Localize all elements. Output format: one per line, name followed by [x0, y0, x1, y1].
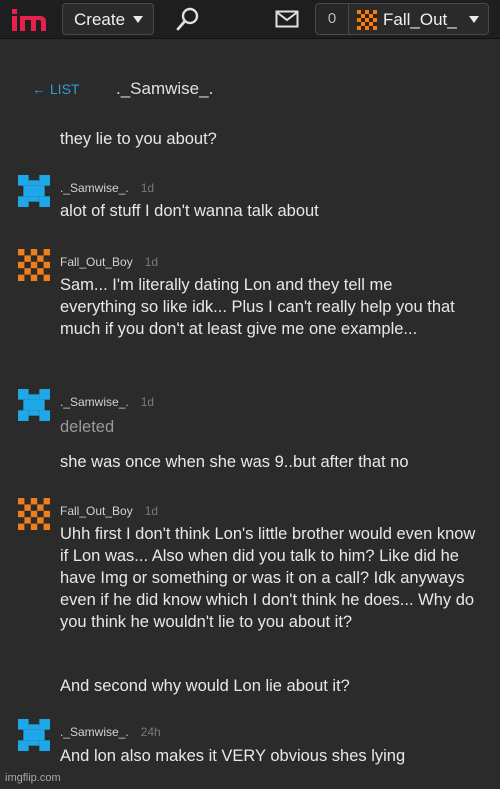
message-author-line: Fall_Out_Boy 1d	[60, 504, 158, 518]
back-to-list-link[interactable]: ← LIST	[32, 81, 79, 97]
message-text: And second why would Lon lie about it?	[60, 677, 350, 695]
user-avatar	[357, 10, 377, 30]
message-time: 1d	[144, 255, 159, 269]
message-author-line: ._Samwise_. 24h	[60, 725, 161, 739]
blue-pixel-avatar[interactable]	[18, 389, 50, 421]
message-text: alot of stuff I don't wanna talk about	[60, 202, 319, 220]
search-icon[interactable]	[176, 7, 200, 31]
message-text: they lie to you about?	[60, 130, 217, 148]
username-label: Fall_Out_	[383, 10, 457, 29]
create-button[interactable]: Create	[62, 3, 154, 35]
message-time: 1d	[140, 395, 155, 409]
message-author[interactable]: ._Samwise_.	[60, 725, 129, 739]
message-text: Uhh first I don't think Lon's little bro…	[60, 525, 476, 631]
chevron-down-icon	[469, 16, 479, 23]
orange-checker-avatar[interactable]	[18, 249, 50, 281]
message-text: Sam... I'm literally dating Lon and they…	[60, 276, 455, 338]
chevron-down-icon	[133, 16, 143, 23]
message-author[interactable]: ._Samwise_.	[60, 395, 129, 409]
user-menu-button[interactable]: Fall_Out_	[349, 3, 489, 35]
message-time: 1d	[140, 181, 155, 195]
deleted-message-text: deleted	[60, 418, 115, 436]
message-author-line: Fall_Out_Boy 1d	[60, 255, 158, 269]
create-button-label: Create	[74, 10, 126, 29]
message-author[interactable]: Fall_Out_Boy	[60, 504, 133, 518]
message-author[interactable]: ._Samwise_.	[60, 181, 129, 195]
blue-pixel-avatar[interactable]	[18, 175, 50, 207]
thread-title: ._Samwise_.	[116, 79, 214, 98]
top-bar: Create 0 Fall_Out_	[0, 0, 500, 39]
message-text: she was once when she was 9..but after t…	[60, 453, 409, 471]
blue-pixel-avatar[interactable]	[18, 719, 50, 751]
message-author-line: ._Samwise_. 1d	[60, 395, 154, 409]
notification-count[interactable]: 0	[315, 3, 349, 35]
message-author[interactable]: Fall_Out_Boy	[60, 255, 133, 269]
message-time: 1d	[144, 504, 159, 518]
mail-icon[interactable]	[275, 10, 299, 28]
message-author-line: ._Samwise_. 1d	[60, 181, 154, 195]
message-text: And lon also makes it VERY obvious shes …	[60, 747, 406, 765]
site-logo[interactable]	[10, 5, 50, 33]
orange-checker-avatar[interactable]	[18, 498, 50, 530]
message-time: 24h	[140, 725, 161, 739]
watermark: imgflip.com	[5, 772, 61, 784]
